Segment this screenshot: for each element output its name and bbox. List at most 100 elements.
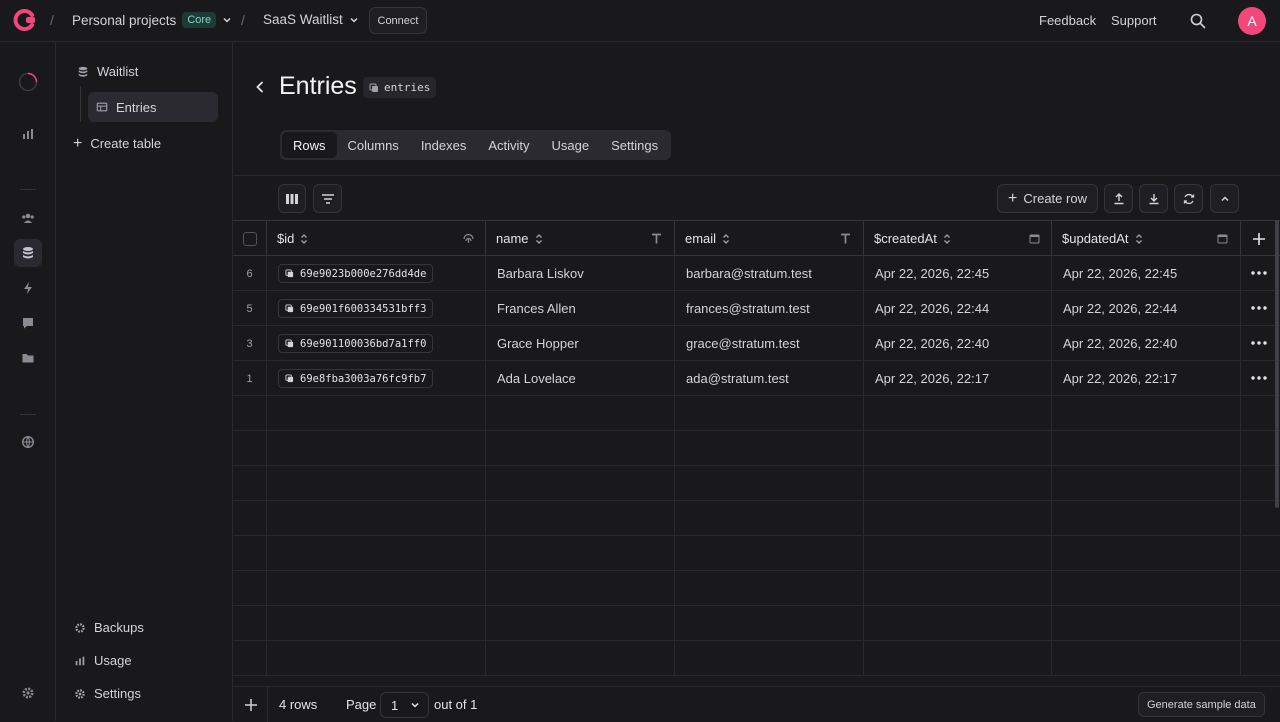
email-cell[interactable]: barbara@stratum.test bbox=[675, 256, 864, 291]
plus-icon: + bbox=[73, 135, 83, 152]
sidebar-item-waitlist[interactable]: Waitlist bbox=[77, 64, 138, 79]
support-link[interactable]: Support bbox=[1111, 13, 1157, 28]
updated-at-cell[interactable]: Apr 22, 2026, 22:44 bbox=[1052, 291, 1241, 326]
grid-line bbox=[266, 396, 267, 431]
row-id-chip[interactable]: 69e901f600334531bff3 bbox=[278, 299, 434, 318]
more-options-icon[interactable] bbox=[1251, 376, 1267, 380]
columns-toggle-button[interactable] bbox=[278, 184, 306, 213]
name-cell[interactable]: Frances Allen bbox=[486, 291, 675, 326]
table-row[interactable]: 6 69e9023b000e276dd4de Barbara Liskov ba… bbox=[233, 256, 1280, 291]
more-options-icon[interactable] bbox=[1251, 306, 1267, 310]
tab-rows[interactable]: Rows bbox=[282, 132, 337, 158]
top-bar: / Personal projects Core / SaaS Waitlist… bbox=[0, 0, 1280, 42]
tab-columns[interactable]: Columns bbox=[337, 132, 410, 158]
updated-at-cell[interactable]: Apr 22, 2026, 22:17 bbox=[1052, 361, 1241, 396]
email-cell[interactable]: grace@stratum.test bbox=[675, 326, 864, 361]
created-at-cell[interactable]: Apr 22, 2026, 22:45 bbox=[864, 256, 1052, 291]
generate-sample-data-button[interactable]: Generate sample data bbox=[1138, 692, 1265, 717]
table-row[interactable]: 5 69e901f600334531bff3 Frances Allen fra… bbox=[233, 291, 1280, 326]
download-button[interactable] bbox=[1139, 184, 1168, 213]
grid-line bbox=[1051, 606, 1052, 641]
tab-settings[interactable]: Settings bbox=[600, 132, 669, 158]
row-id-chip[interactable]: 69e9023b000e276dd4de bbox=[278, 264, 434, 283]
created-at-cell[interactable]: Apr 22, 2026, 22:40 bbox=[864, 326, 1052, 361]
row-id-chip[interactable]: 69e901100036bd7a1ff0 bbox=[278, 334, 434, 353]
row-id-chip[interactable]: 69e8fba3003a76fc9fb7 bbox=[278, 369, 434, 388]
name-cell[interactable]: Ada Lovelace bbox=[486, 361, 675, 396]
column-header-updated-at[interactable]: $updatedAt bbox=[1052, 221, 1241, 256]
table-row[interactable]: 3 69e901100036bd7a1ff0 Grace Hopper grac… bbox=[233, 326, 1280, 361]
text-type-icon bbox=[652, 233, 661, 244]
sidebar-item-entries[interactable]: Entries bbox=[88, 92, 218, 122]
column-header-created-at[interactable]: $createdAt bbox=[864, 221, 1052, 256]
grid-line bbox=[266, 571, 267, 606]
tab-indexes[interactable]: Indexes bbox=[410, 132, 478, 158]
table-id: entries bbox=[384, 81, 431, 94]
sidebar-item-settings[interactable]: Settings bbox=[74, 686, 141, 701]
column-header-id[interactable]: $id bbox=[267, 221, 486, 256]
project-switcher[interactable]: Personal projects Core bbox=[72, 12, 232, 28]
collapse-button[interactable] bbox=[1210, 184, 1239, 213]
vertical-scrollbar[interactable] bbox=[1275, 220, 1279, 508]
refresh-button[interactable] bbox=[1174, 184, 1203, 213]
more-options-icon[interactable] bbox=[1251, 271, 1267, 275]
tab-activity[interactable]: Activity bbox=[477, 132, 540, 158]
email-cell[interactable]: frances@stratum.test bbox=[675, 291, 864, 326]
add-row-icon[interactable] bbox=[244, 698, 258, 712]
select-all-cell bbox=[233, 221, 267, 256]
avatar[interactable]: A bbox=[1238, 7, 1266, 35]
sort-icon[interactable] bbox=[943, 233, 951, 245]
sidebar-item-usage[interactable]: Usage bbox=[74, 653, 132, 668]
grid-line bbox=[485, 536, 486, 571]
updated-at-cell[interactable]: Apr 22, 2026, 22:45 bbox=[1052, 256, 1241, 291]
email-cell[interactable]: ada@stratum.test bbox=[675, 361, 864, 396]
feedback-link[interactable]: Feedback bbox=[1039, 13, 1096, 28]
sort-icon[interactable] bbox=[535, 233, 543, 245]
create-table-button[interactable]: + Create table bbox=[73, 135, 161, 152]
database-switcher[interactable]: SaaS Waitlist bbox=[263, 12, 359, 27]
database-icon[interactable] bbox=[14, 239, 42, 267]
name-cell[interactable]: Grace Hopper bbox=[486, 326, 675, 361]
id-cell: 69e9023b000e276dd4de bbox=[267, 256, 486, 291]
name-cell[interactable]: Barbara Liskov bbox=[486, 256, 675, 291]
upload-button[interactable] bbox=[1104, 184, 1133, 213]
row-index: 5 bbox=[233, 291, 267, 326]
tab-usage[interactable]: Usage bbox=[541, 132, 601, 158]
back-arrow-icon[interactable] bbox=[253, 80, 267, 94]
table-id-chip[interactable]: entries bbox=[363, 77, 437, 98]
message-icon[interactable] bbox=[18, 313, 38, 333]
more-options-icon[interactable] bbox=[1251, 341, 1267, 345]
globe-icon[interactable] bbox=[18, 432, 38, 452]
column-header-email[interactable]: email bbox=[675, 221, 864, 256]
users-icon[interactable] bbox=[18, 208, 38, 228]
breadcrumb-separator: / bbox=[50, 12, 54, 28]
sort-icon[interactable] bbox=[722, 233, 730, 245]
chart-icon[interactable] bbox=[18, 124, 38, 144]
logo-icon[interactable] bbox=[13, 9, 37, 31]
filter-icon bbox=[321, 193, 334, 204]
updated-at-cell[interactable]: Apr 22, 2026, 22:40 bbox=[1052, 326, 1241, 361]
select-all-checkbox[interactable] bbox=[243, 231, 257, 246]
grid-line bbox=[485, 396, 486, 431]
lightning-icon[interactable] bbox=[18, 278, 38, 298]
sidebar-item-backups[interactable]: Backups bbox=[74, 620, 144, 635]
folder-icon[interactable] bbox=[18, 348, 38, 368]
grid-line bbox=[485, 431, 486, 466]
table-row[interactable]: 1 69e8fba3003a76fc9fb7 Ada Lovelace ada@… bbox=[233, 361, 1280, 396]
grid-line bbox=[1240, 501, 1241, 536]
created-at-cell[interactable]: Apr 22, 2026, 22:17 bbox=[864, 361, 1052, 396]
column-header-name[interactable]: name bbox=[486, 221, 675, 256]
filter-button[interactable] bbox=[313, 184, 342, 213]
page-select[interactable]: 1 bbox=[380, 692, 429, 718]
id-cell: 69e901100036bd7a1ff0 bbox=[267, 326, 486, 361]
created-at-cell[interactable]: Apr 22, 2026, 22:44 bbox=[864, 291, 1052, 326]
connect-button[interactable]: Connect bbox=[369, 7, 427, 34]
grid-line bbox=[674, 501, 675, 536]
sort-icon[interactable] bbox=[1135, 233, 1143, 245]
gear-icon[interactable] bbox=[18, 683, 38, 703]
create-row-button[interactable]: + Create row bbox=[997, 184, 1098, 213]
plus-icon bbox=[1253, 232, 1265, 245]
search-icon[interactable] bbox=[1189, 12, 1207, 30]
row-id: 69e8fba3003a76fc9fb7 bbox=[300, 372, 427, 385]
sort-icon[interactable] bbox=[300, 233, 308, 245]
